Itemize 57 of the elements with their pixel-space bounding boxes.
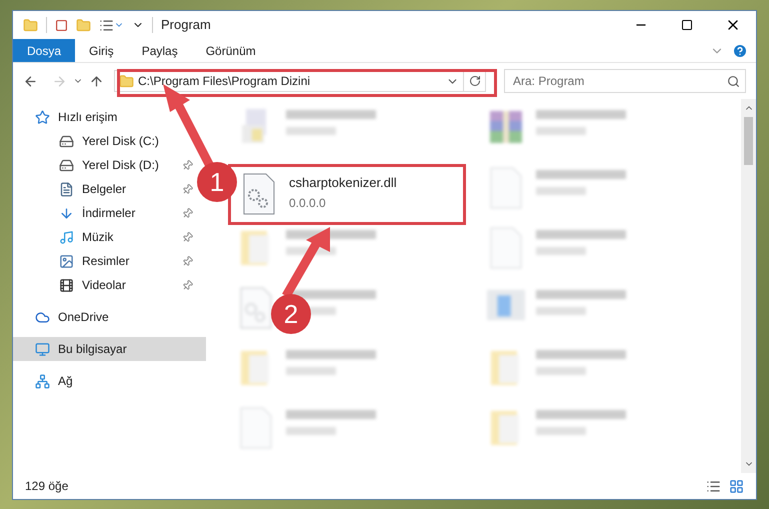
sidebar-item[interactable]: İndirmeler <box>13 201 195 225</box>
sidebar-item[interactable]: Hızlı erişim <box>13 105 206 129</box>
details-view-icon[interactable] <box>706 478 721 494</box>
sidebar-item[interactable]: Videolar <box>13 273 195 297</box>
sidebar-item[interactable]: OneDrive <box>13 305 206 329</box>
sidebar-icon <box>59 182 74 196</box>
blurred-text-bar <box>536 187 586 195</box>
sidebar-icon <box>59 158 74 172</box>
window-title: Program <box>161 16 211 34</box>
up-icon[interactable] <box>89 74 104 88</box>
blurred-text-bar <box>286 367 336 375</box>
sidebar-item[interactable]: Yerel Disk (C:) <box>13 129 195 153</box>
scrollbar-thumb[interactable] <box>744 117 753 165</box>
file-name: csharptokenizer.dll <box>289 174 397 192</box>
sidebar-icon <box>59 206 74 220</box>
address-field[interactable]: C:\Program Files\Program Dizini <box>114 70 486 92</box>
blurred-text-bar <box>286 247 336 255</box>
scrollbar[interactable] <box>741 99 756 473</box>
sidebar-icon <box>59 254 74 268</box>
blurred-text-bar <box>286 127 336 135</box>
sidebar-item[interactable]: Bu bilgisayar <box>13 337 206 361</box>
maximize-icon <box>681 19 693 31</box>
blurred-text-bar <box>536 247 586 255</box>
installer-icon <box>486 287 526 323</box>
sidebar-item[interactable]: Belgeler <box>13 177 195 201</box>
sidebar-item[interactable]: Müzik <box>13 225 195 249</box>
refresh-icon <box>468 75 480 87</box>
ribbon-tab[interactable]: Paylaş <box>128 39 192 62</box>
file-detail: 0.0.0.0 <box>289 195 327 212</box>
sidebar-item[interactable]: Resimler <box>13 249 195 273</box>
sidebar-icon <box>35 310 50 324</box>
blurred-text-bar <box>536 367 586 375</box>
sidebar-item[interactable]: Yerel Disk (D:) <box>13 153 195 177</box>
properties-icon[interactable] <box>99 18 114 32</box>
settings-file-icon <box>239 287 273 329</box>
blurred-text-bar <box>286 427 336 435</box>
sidebar-icon <box>59 230 74 244</box>
blurred-text-bar <box>536 307 586 315</box>
blurred-text-bar <box>536 127 586 135</box>
help-icon[interactable] <box>732 42 748 58</box>
back-icon[interactable] <box>23 74 38 88</box>
sidebar-item[interactable]: Ağ <box>13 369 206 393</box>
folder-icon <box>119 74 134 88</box>
tiles-view-icon[interactable] <box>729 478 744 494</box>
sidebar-icon <box>59 134 74 148</box>
ribbon-tab[interactable]: Giriş <box>75 39 128 62</box>
sidebar-icon <box>35 110 50 124</box>
sidebar-icon <box>59 278 74 292</box>
search-icon[interactable] <box>727 75 740 88</box>
sidebar-icon <box>35 342 50 356</box>
settings-file-icon <box>242 172 276 214</box>
blurred-text-bar <box>536 427 586 435</box>
ribbon-tab[interactable]: Görünüm <box>192 39 270 62</box>
search-field[interactable]: Ara: Program <box>504 69 746 93</box>
sidebar-icon <box>35 374 50 388</box>
item-count: 129 öğe <box>25 478 68 495</box>
ribbon-tab[interactable]: Dosya <box>13 39 76 62</box>
